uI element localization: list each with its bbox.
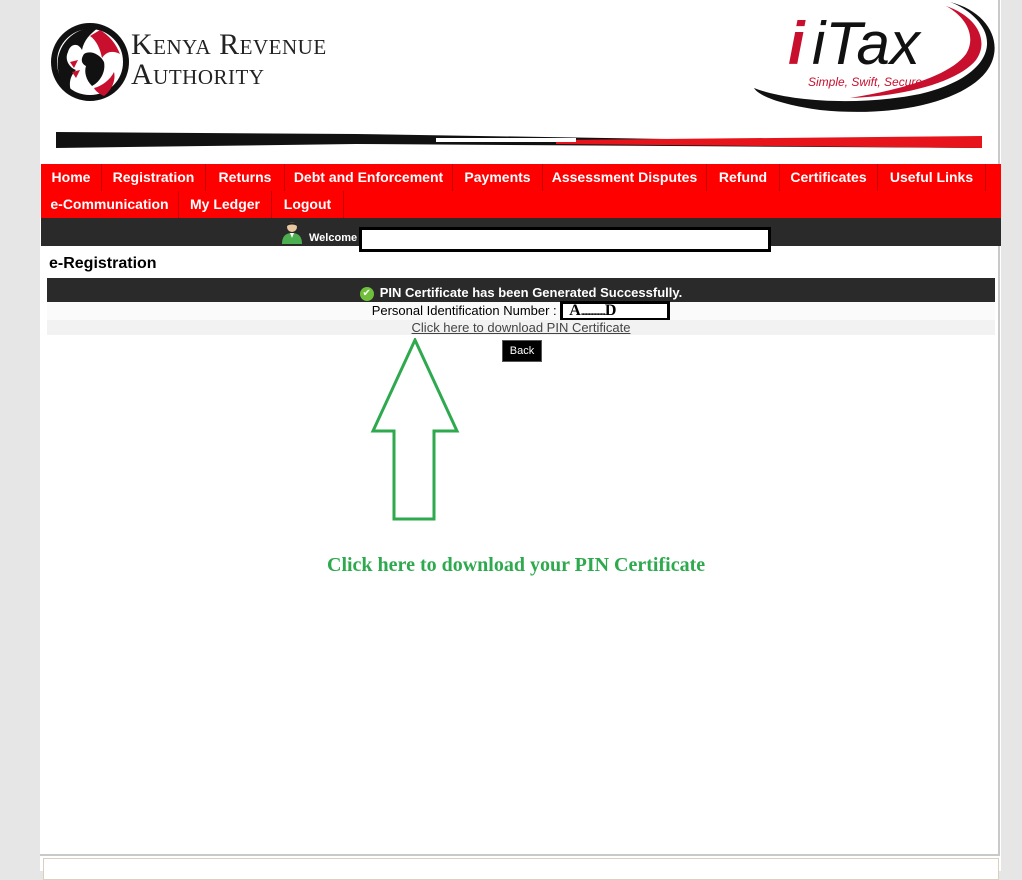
nav-returns[interactable]: Returns bbox=[206, 164, 285, 191]
header-stripe bbox=[56, 132, 982, 148]
svg-text:i: i bbox=[788, 10, 806, 77]
organization-name-line1: Kenya Revenue bbox=[131, 28, 327, 61]
nav-assessment-disputes[interactable]: Assessment Disputes bbox=[543, 164, 707, 191]
nav-refund[interactable]: Refund bbox=[707, 164, 780, 191]
nav-debt-enforcement[interactable]: Debt and Enforcement bbox=[285, 164, 453, 191]
page-title: e-Registration bbox=[49, 255, 157, 272]
pin-first-char: A bbox=[569, 302, 581, 319]
welcome-bar: Welcome bbox=[41, 218, 1001, 252]
success-banner: ✔ PIN Certificate has been Generated Succ… bbox=[47, 278, 995, 302]
pin-last-char: D bbox=[604, 302, 617, 319]
pin-value: A................D bbox=[560, 301, 671, 321]
nav-registration[interactable]: Registration bbox=[102, 164, 206, 191]
nav-useful-links[interactable]: Useful Links bbox=[878, 164, 986, 191]
nav-my-ledger[interactable]: My Ledger bbox=[179, 191, 272, 218]
back-button[interactable]: Back bbox=[502, 340, 542, 362]
annotation-up-arrow-icon bbox=[370, 338, 460, 521]
redacted-user-name bbox=[359, 227, 771, 252]
nav-home[interactable]: Home bbox=[41, 164, 102, 191]
nav-payments[interactable]: Payments bbox=[453, 164, 543, 191]
success-check-icon: ✔ bbox=[359, 287, 374, 301]
pin-masked-chars: ................ bbox=[580, 307, 606, 318]
annotation-text: Click here to download your PIN Certific… bbox=[327, 554, 706, 576]
nav-e-communication[interactable]: e-Communication bbox=[41, 191, 179, 218]
main-navigation: Home Registration Returns Debt and Enfor… bbox=[41, 164, 1001, 218]
itax-logo-icon: i iTax bbox=[754, 2, 995, 112]
organization-name: Kenya Revenue Authority bbox=[131, 30, 327, 90]
itax-tagline: Simple, Swift, Secure bbox=[808, 75, 923, 89]
welcome-label: Welcome bbox=[309, 232, 358, 244]
nav-certificates[interactable]: Certificates bbox=[780, 164, 878, 191]
success-message: PIN Certificate has been Generated Succe… bbox=[379, 285, 683, 300]
download-pin-certificate-link[interactable]: Click here to download PIN Certificate bbox=[412, 320, 631, 335]
footer-panel bbox=[43, 858, 999, 880]
user-avatar-icon bbox=[282, 222, 302, 244]
pin-label: Personal Identification Number : bbox=[371, 303, 557, 319]
itax-wordmark: iTax bbox=[812, 10, 922, 77]
nav-logout[interactable]: Logout bbox=[272, 191, 344, 218]
download-row: Click here to download PIN Certificate bbox=[47, 320, 995, 335]
organization-name-line2: Authority bbox=[131, 58, 265, 91]
pin-row: Personal Identification Number : A......… bbox=[47, 301, 995, 321]
kra-lion-logo-icon bbox=[51, 23, 129, 101]
